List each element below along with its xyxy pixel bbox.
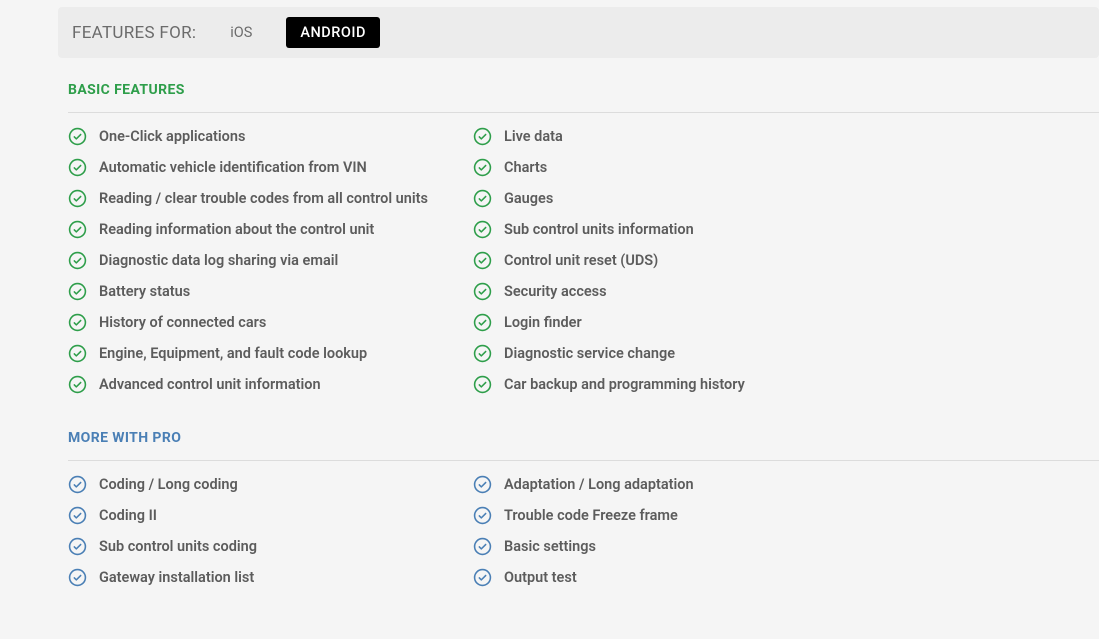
feature-row: Diagnostic service change [473, 344, 878, 363]
check-circle-icon [473, 537, 492, 556]
feature-row: Gauges [473, 189, 878, 208]
feature-label: Control unit reset (UDS) [504, 252, 658, 269]
check-circle-icon [68, 251, 87, 270]
feature-row: Sub control units information [473, 220, 878, 239]
feature-label: Live data [504, 128, 563, 145]
feature-label: Automatic vehicle identification from VI… [99, 159, 367, 176]
feature-label: Trouble code Freeze frame [504, 507, 678, 524]
feature-label: Sub control units information [504, 221, 694, 238]
divider [68, 460, 1099, 461]
basic-features-grid: One-Click applications Automatic vehicle … [58, 127, 1099, 406]
feature-row: Sub control units coding [68, 537, 473, 556]
divider [68, 112, 1099, 113]
feature-row: Output test [473, 568, 878, 587]
feature-row: Charts [473, 158, 878, 177]
check-circle-icon [68, 313, 87, 332]
feature-row: Reading / clear trouble codes from all c… [68, 189, 473, 208]
tab-android[interactable]: ANDROID [286, 17, 380, 48]
check-circle-icon [68, 475, 87, 494]
check-circle-icon [68, 282, 87, 301]
check-circle-icon [473, 282, 492, 301]
check-circle-icon [68, 158, 87, 177]
check-circle-icon [473, 127, 492, 146]
check-circle-icon [473, 568, 492, 587]
check-circle-icon [68, 375, 87, 394]
check-circle-icon [68, 344, 87, 363]
check-circle-icon [473, 220, 492, 239]
feature-row: Adaptation / Long adaptation [473, 475, 878, 494]
check-circle-icon [68, 127, 87, 146]
feature-label: Gauges [504, 190, 553, 207]
check-circle-icon [473, 475, 492, 494]
feature-label: One-Click applications [99, 128, 245, 145]
feature-label: Diagnostic data log sharing via email [99, 252, 338, 269]
feature-row: Battery status [68, 282, 473, 301]
feature-row: Coding II [68, 506, 473, 525]
feature-label: Reading / clear trouble codes from all c… [99, 190, 428, 207]
feature-label: Adaptation / Long adaptation [504, 476, 694, 493]
feature-label: Coding II [99, 507, 157, 524]
feature-row: Diagnostic data log sharing via email [68, 251, 473, 270]
tab-ios[interactable]: iOS [216, 17, 266, 48]
check-circle-icon [68, 220, 87, 239]
check-circle-icon [473, 251, 492, 270]
feature-label: Sub control units coding [99, 538, 257, 555]
feature-label: Gateway installation list [99, 569, 254, 586]
feature-label: Output test [504, 569, 577, 586]
feature-label: Charts [504, 159, 547, 176]
feature-label: Security access [504, 283, 607, 300]
feature-row: Engine, Equipment, and fault code lookup [68, 344, 473, 363]
feature-label: History of connected cars [99, 314, 266, 331]
feature-row: Control unit reset (UDS) [473, 251, 878, 270]
feature-row: Car backup and programming history [473, 375, 878, 394]
feature-label: Engine, Equipment, and fault code lookup [99, 345, 367, 362]
feature-row: Login finder [473, 313, 878, 332]
check-circle-icon [473, 158, 492, 177]
check-circle-icon [473, 506, 492, 525]
feature-label: Diagnostic service change [504, 345, 675, 362]
check-circle-icon [473, 189, 492, 208]
feature-row: Reading information about the control un… [68, 220, 473, 239]
feature-row: Coding / Long coding [68, 475, 473, 494]
feature-label: Basic settings [504, 538, 596, 555]
check-circle-icon [473, 375, 492, 394]
feature-label: Coding / Long coding [99, 476, 238, 493]
basic-features-header: BASIC FEATURES [58, 82, 1099, 98]
feature-row: History of connected cars [68, 313, 473, 332]
feature-label: Battery status [99, 283, 190, 300]
check-circle-icon [68, 189, 87, 208]
feature-row: One-Click applications [68, 127, 473, 146]
feature-row: Live data [473, 127, 878, 146]
feature-label: Advanced control unit information [99, 376, 321, 393]
check-circle-icon [68, 568, 87, 587]
check-circle-icon [68, 506, 87, 525]
pro-features-header: MORE WITH PRO [58, 430, 1099, 446]
pro-features-grid: Coding / Long coding Coding II Sub control… [58, 475, 1099, 599]
feature-row: Advanced control unit information [68, 375, 473, 394]
check-circle-icon [68, 537, 87, 556]
feature-row: Trouble code Freeze frame [473, 506, 878, 525]
check-circle-icon [473, 344, 492, 363]
feature-label: Reading information about the control un… [99, 221, 374, 238]
platform-tab-bar: FEATURES FOR: iOS ANDROID [58, 7, 1099, 58]
feature-row: Gateway installation list [68, 568, 473, 587]
check-circle-icon [473, 313, 492, 332]
feature-row: Automatic vehicle identification from VI… [68, 158, 473, 177]
feature-label: Login finder [504, 314, 582, 331]
tab-bar-label: FEATURES FOR: [72, 23, 196, 43]
feature-row: Security access [473, 282, 878, 301]
feature-label: Car backup and programming history [504, 376, 745, 393]
feature-row: Basic settings [473, 537, 878, 556]
